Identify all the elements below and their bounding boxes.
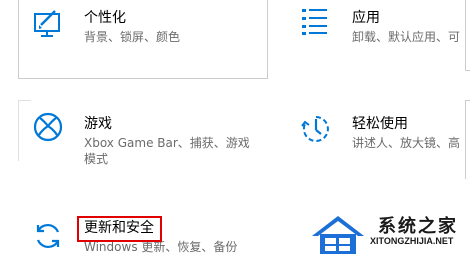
apps-list-icon (300, 6, 330, 40)
tile-description: 模式 (84, 152, 109, 166)
tile-title: 游戏 (84, 116, 112, 132)
house-logo-icon (312, 216, 364, 254)
tile-title: 个性化 (84, 10, 126, 26)
tile-apps[interactable]: 应用 卸载、默认应用、可 (298, 0, 470, 70)
tile-description: Xbox Game Bar、捕获、游戏 (84, 136, 250, 150)
ease-of-access-icon (300, 113, 332, 149)
tile-title: 轻松使用 (352, 116, 408, 132)
xbox-icon (32, 111, 64, 147)
watermark-url: XITONGZHIJIA.NET (370, 236, 454, 246)
watermark-logo: 系统之家 XITONGZHIJIA.NET (308, 208, 470, 261)
sync-arrows-icon (32, 220, 64, 256)
watermark-name: 系统之家 (378, 216, 458, 237)
tile-ease-of-access[interactable]: 轻松使用 讲述人、放大镜、高 (298, 105, 470, 170)
tile-personalization[interactable]: 个性化 背景、锁屏、颜色 (30, 0, 260, 70)
tile-title: 应用 (352, 10, 380, 26)
tile-description: 讲述人、放大镜、高 (352, 136, 461, 150)
tile-description: 背景、锁屏、颜色 (84, 30, 181, 44)
tile-description: 卸载、默认应用、可 (352, 30, 461, 44)
highlight-box (77, 216, 162, 242)
paint-monitor-icon (33, 8, 63, 42)
tile-gaming[interactable]: 游戏 Xbox Game Bar、捕获、游戏 模式 (30, 105, 260, 170)
